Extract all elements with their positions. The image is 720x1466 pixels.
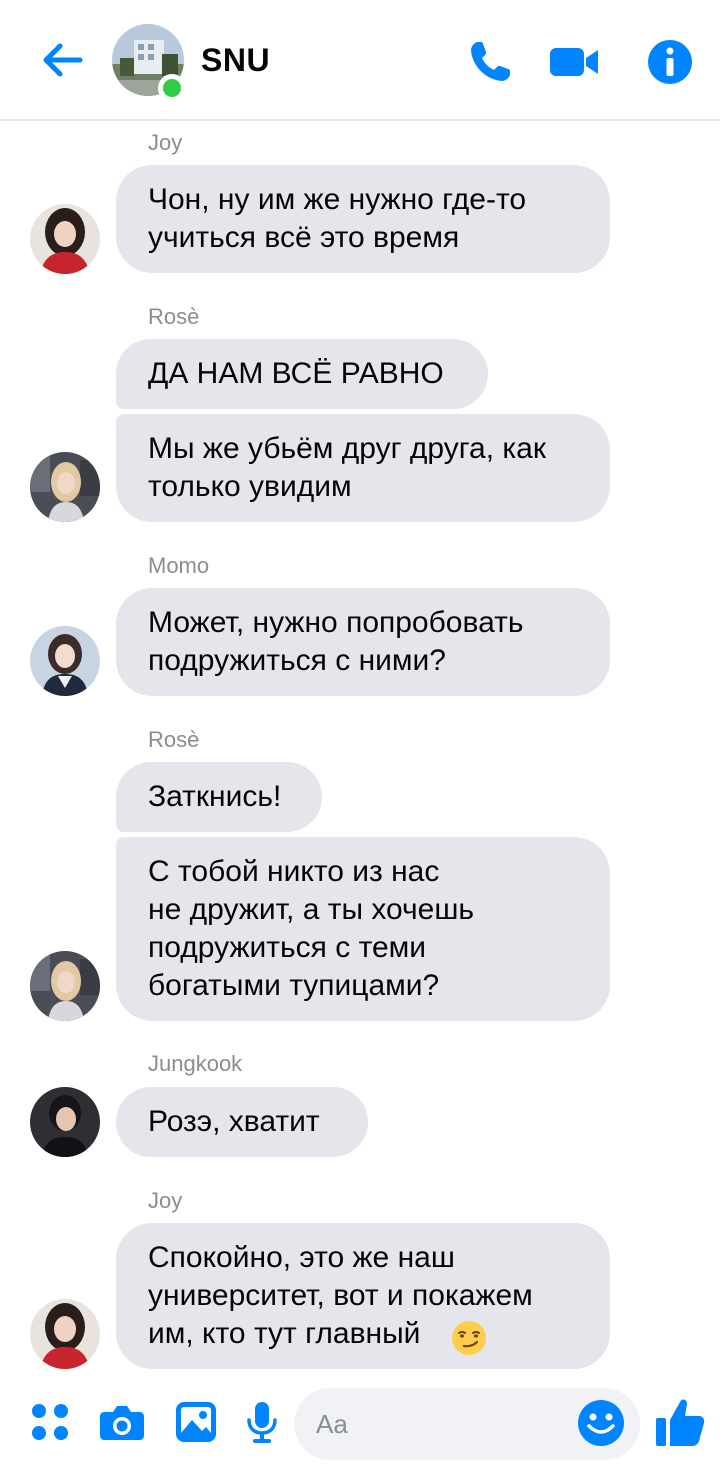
avatar-jungkook-image [30, 1087, 100, 1157]
sender-name: Joy [148, 1188, 183, 1213]
message-bubble[interactable]: Розэ, хватит [116, 1087, 368, 1157]
message-bubble[interactable]: Заткнись! [116, 762, 322, 832]
avatar-joy[interactable] [30, 1299, 100, 1369]
thumbs-up-icon[interactable] [652, 1394, 708, 1450]
composer-bar [0, 1384, 720, 1466]
message-bubble[interactable]: ДА НАМ ВСЁ РАВНО [116, 339, 488, 409]
apps-grid-icon[interactable] [26, 1398, 74, 1446]
avatar-rose-image [30, 452, 100, 522]
back-arrow-icon[interactable] [38, 36, 86, 84]
message-list[interactable]: Joy Чон, ну им же нужно где-то учиться в… [0, 122, 720, 1380]
message-bubble[interactable]: Спокойно, это же наш университет, вот и … [116, 1223, 610, 1369]
sender-name: Rosè [148, 727, 200, 752]
microphone-icon[interactable] [238, 1398, 286, 1446]
image-icon[interactable] [172, 1398, 220, 1446]
message-bubble[interactable]: Может, нужно попробовать подружиться с н… [116, 588, 610, 696]
emoji-icon[interactable] [576, 1398, 626, 1448]
info-icon[interactable] [644, 36, 696, 88]
video-camera-icon[interactable] [548, 36, 600, 88]
message-input[interactable] [316, 1406, 566, 1442]
avatar-joy[interactable] [30, 204, 100, 274]
avatar-joy-image [30, 204, 100, 274]
avatar-jungkook[interactable] [30, 1087, 100, 1157]
message-bubble[interactable]: Чон, ну им же нужно где-то учиться всё э… [116, 165, 610, 273]
message-bubble[interactable]: Мы же убьём друг друга, как только увиди… [116, 414, 610, 522]
phone-icon[interactable] [464, 36, 516, 88]
sender-name: Joy [148, 130, 183, 155]
avatar-joy-image [30, 1299, 100, 1369]
conversation-title[interactable]: SNU [201, 42, 270, 79]
sender-name: Jungkook [148, 1051, 243, 1076]
camera-icon[interactable] [98, 1398, 146, 1446]
message-bubble[interactable]: С тобой никто из нас не дружит, а ты хоч… [116, 837, 610, 1021]
avatar-momo-image [30, 626, 100, 696]
avatar-rose[interactable] [30, 452, 100, 522]
message-composer[interactable] [294, 1388, 640, 1460]
smirk-emoji-icon [452, 1321, 486, 1355]
avatar-rose-image [30, 951, 100, 1021]
sender-name: Momo [148, 553, 210, 578]
avatar-momo[interactable] [30, 626, 100, 696]
online-status-dot [158, 74, 186, 102]
sender-name: Rosè [148, 304, 200, 329]
chat-header: SNU [0, 0, 720, 121]
avatar-rose[interactable] [30, 951, 100, 1021]
